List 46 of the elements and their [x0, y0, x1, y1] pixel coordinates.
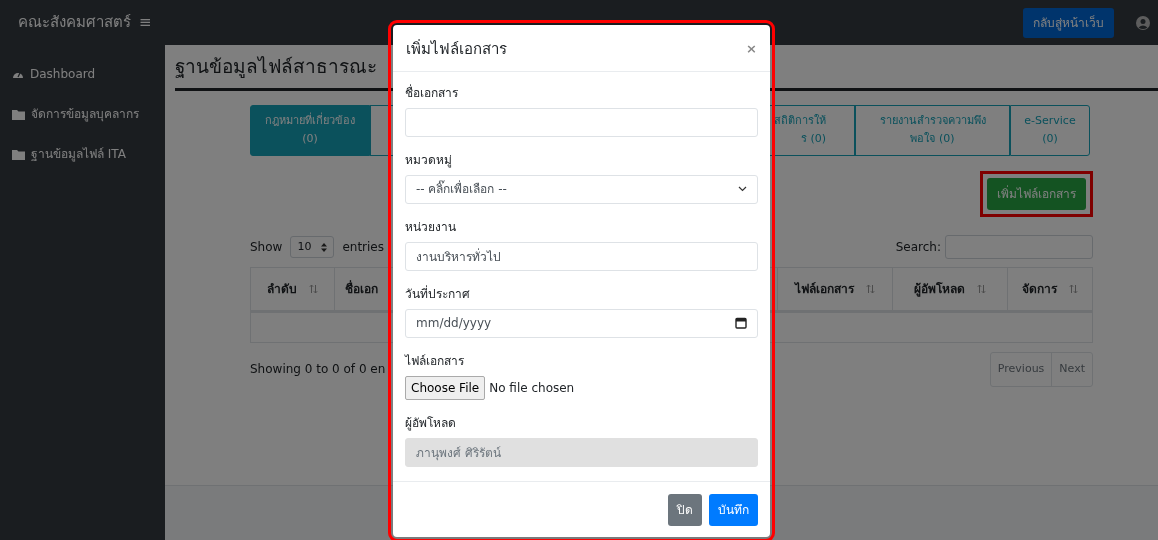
field-label: หน่วยงาน: [405, 218, 457, 236]
save-button[interactable]: บันทึก: [709, 493, 758, 526]
sidebar-item[interactable]: ฐานข้อมูลไฟล์ ITA: [0, 137, 165, 177]
sidebar-item[interactable]: Dashboard: [0, 57, 165, 97]
sort-icon[interactable]: [977, 284, 986, 295]
sort-icon: [321, 242, 328, 252]
brand-title[interactable]: คณะสังคมศาสตร์: [18, 11, 131, 34]
choose-file-button[interactable]: Choose File: [405, 375, 486, 400]
category-tab[interactable]: รายงานสำรวจความพึง พอใจ (0): [855, 104, 1010, 157]
table-info: Showing 0 to 0 of 0 en: [250, 361, 386, 379]
column-header[interactable]: จัดการ: [1008, 268, 1092, 311]
sort-icon[interactable]: [1069, 284, 1078, 295]
user-icon[interactable]: [1136, 15, 1150, 30]
add-document-button[interactable]: เพิ่มไฟล์เอกสาร: [987, 178, 1086, 211]
show-label: Show: [250, 239, 283, 257]
sidebar-item[interactable]: จัดการข้อมูลบุคลากร: [0, 97, 165, 137]
category-tab[interactable]: e-Service (0): [1010, 104, 1090, 157]
modal-title: เพิ่มไฟล์เอกสาร: [406, 39, 507, 58]
entries-select[interactable]: 10: [290, 235, 335, 259]
input-field[interactable]: [405, 107, 758, 137]
entries-label: entries: [342, 239, 384, 257]
date-field[interactable]: mm/dd/yyyy: [405, 308, 758, 338]
menu-toggle[interactable]: ≡: [139, 11, 152, 34]
field-label: ไฟล์เอกสาร: [405, 352, 465, 370]
file-status: No file chosen: [489, 379, 575, 397]
column-header[interactable]: ไฟล์เอกสาร: [778, 268, 893, 311]
category-tab[interactable]: กฎหมายที่เกี่ยวข้อง (0): [250, 104, 370, 157]
back-to-website-button[interactable]: กลับสู่หน้าเว็บ: [1023, 7, 1114, 38]
folder-icon: [12, 148, 25, 160]
column-header[interactable]: ลำดับ: [251, 268, 335, 311]
field-label: ผู้อัพโหลด: [405, 414, 457, 432]
calendar-icon[interactable]: [735, 317, 747, 329]
search-label: Search:: [895, 239, 941, 257]
folder-icon: [12, 108, 25, 120]
input-field[interactable]: งานบริหารทั่วไป: [405, 241, 758, 271]
sort-icon[interactable]: [309, 284, 318, 295]
search-field[interactable]: [945, 235, 1093, 260]
pagination-link[interactable]: Next: [1051, 353, 1092, 386]
close-button[interactable]: ปิด: [668, 493, 702, 526]
field-label: วันที่ประกาศ: [405, 284, 471, 303]
column-header[interactable]: ผู้อัพโหลด: [893, 268, 1008, 311]
pagination-link[interactable]: Previous: [990, 353, 1052, 386]
sort-icon[interactable]: [866, 284, 875, 295]
field-label: หมวดหมู่: [405, 151, 453, 169]
category-select[interactable]: -- คลิ๊กเพื่อเลือก --: [405, 174, 758, 204]
chevron-down-icon: [738, 186, 747, 192]
